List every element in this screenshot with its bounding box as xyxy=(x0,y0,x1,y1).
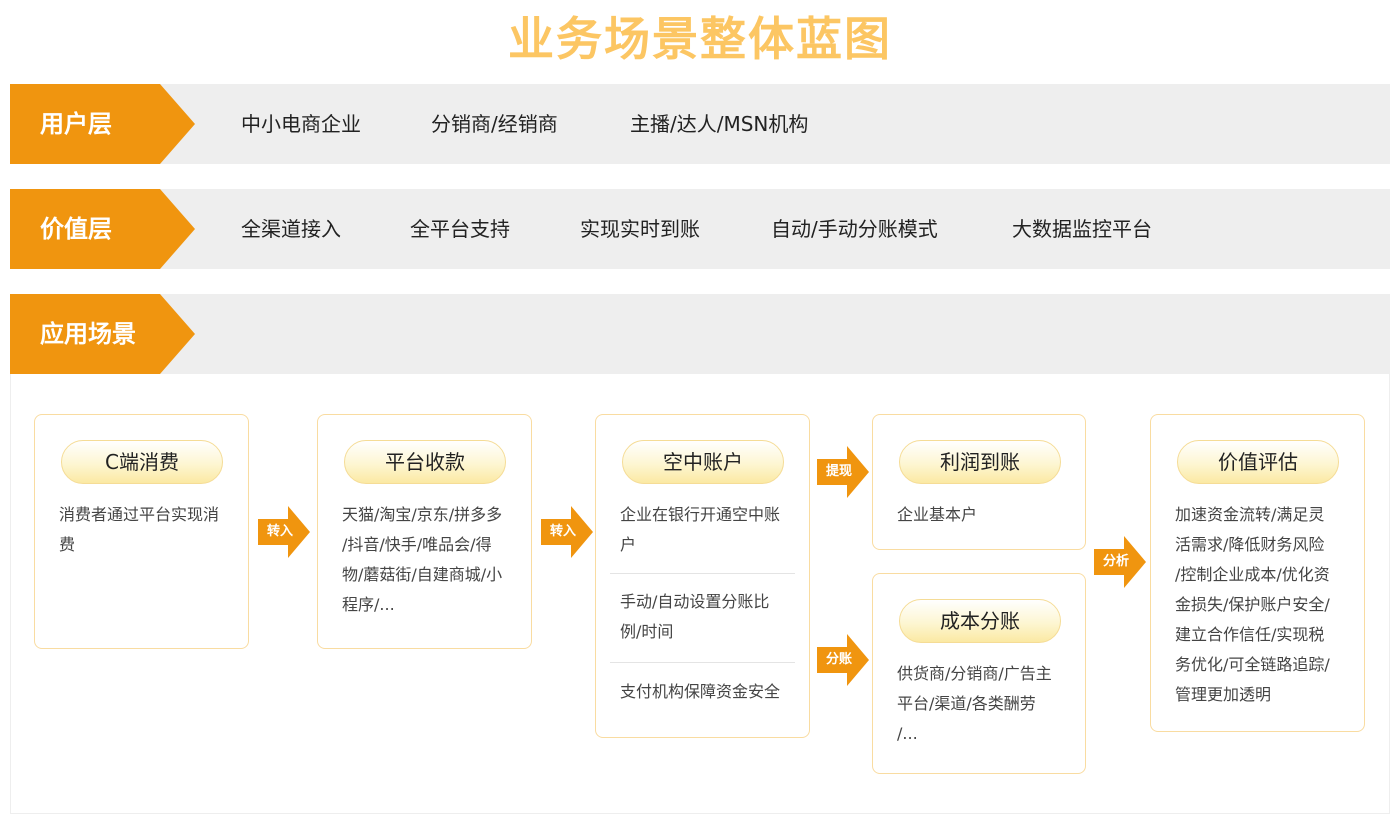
section-divider xyxy=(610,573,795,574)
text-line: 加速资金流转/满足灵 xyxy=(1175,505,1325,524)
card-text: 供货商/分销商/广告主 平台/渠道/各类酬劳 /... xyxy=(897,659,1067,749)
transfer-in-arrow: 转入 xyxy=(541,506,593,558)
withdraw-arrow: 提现 xyxy=(817,446,869,498)
value-layer-item: 大数据监控平台 xyxy=(1012,217,1152,241)
split-arrow: 分账 xyxy=(817,634,869,686)
card-text: 加速资金流转/满足灵 活需求/降低财务风险 /控制企业成本/优化资 金损失/保护… xyxy=(1175,500,1346,710)
card-profit: 利润到账 企业基本户 xyxy=(872,414,1086,550)
value-layer-tag: 价值层 xyxy=(10,189,195,269)
card-section: 支付机构保障资金安全 xyxy=(620,677,791,707)
card-virtual-account: 空中账户 企业在银行开通空中账 户 手动/自动设置分账比 例/时间 支付机构保障… xyxy=(595,414,810,738)
card-title: 空中账户 xyxy=(622,440,784,484)
text-line: /抖音/快手/唯品会/得 xyxy=(342,535,492,554)
value-layer-item: 全渠道接入 xyxy=(241,217,341,241)
arrow-label: 转入 xyxy=(266,524,293,539)
card-text: 天猫/淘宝/京东/拼多多 /抖音/快手/唯品会/得 物/蘑菇街/自建商城/小 程… xyxy=(342,500,513,620)
text-line: 管理更加透明 xyxy=(1175,685,1272,704)
card-text: 企业基本户 xyxy=(897,500,1067,530)
scenario-layer-tag: 应用场景 xyxy=(10,294,195,374)
text-line: 供货商/分销商/广告主 xyxy=(897,664,1052,683)
text-line: 户 xyxy=(620,535,637,554)
value-layer-item: 实现实时到账 xyxy=(580,217,700,241)
user-layer: 用户层 中小电商企业 分销商/经销商 主播/达人/MSN机构 xyxy=(10,84,1390,164)
text-line: 消费者通过平台实现消 xyxy=(59,505,220,524)
text-line: 务优化/可全链路追踪/ xyxy=(1175,655,1330,674)
user-layer-item: 中小电商企业 xyxy=(241,112,361,136)
text-line: 企业基本户 xyxy=(897,505,978,524)
analyze-arrow: 分析 xyxy=(1094,536,1146,588)
card-title: 成本分账 xyxy=(899,599,1061,643)
text-line: 手动/自动设置分账比 xyxy=(620,592,770,611)
card-platform: 平台收款 天猫/淘宝/京东/拼多多 /抖音/快手/唯品会/得 物/蘑菇街/自建商… xyxy=(317,414,532,649)
value-layer: 价值层 全渠道接入 全平台支持 实现实时到账 自动/手动分账模式 大数据监控平台 xyxy=(10,189,1390,269)
card-cost: 成本分账 供货商/分销商/广告主 平台/渠道/各类酬劳 /... xyxy=(872,573,1086,774)
card-title: 利润到账 xyxy=(899,440,1061,484)
arrow-label: 提现 xyxy=(825,464,852,479)
card-text: 消费者通过平台实现消 费 xyxy=(59,500,230,560)
text-line: 平台/渠道/各类酬劳 xyxy=(897,694,1036,713)
text-line: 费 xyxy=(59,535,76,554)
text-line: 例/时间 xyxy=(620,622,674,641)
text-line: 活需求/降低财务风险 xyxy=(1175,535,1325,554)
value-layer-item: 自动/手动分账模式 xyxy=(771,217,938,241)
card-section: 企业在银行开通空中账 户 xyxy=(620,500,791,560)
arrow-label: 转入 xyxy=(549,524,576,539)
card-section: 手动/自动设置分账比 例/时间 xyxy=(620,587,791,647)
text-line: 物/蘑菇街/自建商城/小 xyxy=(342,565,503,584)
section-divider xyxy=(610,662,795,663)
user-layer-item: 分销商/经销商 xyxy=(431,112,558,136)
page-title: 业务场景整体蓝图 xyxy=(508,12,892,66)
card-title: C端消费 xyxy=(61,440,223,484)
user-layer-item: 主播/达人/MSN机构 xyxy=(630,112,809,136)
text-line: 金损失/保护账户安全/ xyxy=(1175,595,1330,614)
card-c-consume: C端消费 消费者通过平台实现消 费 xyxy=(34,414,249,649)
user-layer-tag: 用户层 xyxy=(10,84,195,164)
text-line: 企业在银行开通空中账 xyxy=(620,505,781,524)
arrow-label: 分析 xyxy=(1102,554,1129,569)
text-line: 建立合作信任/实现税 xyxy=(1175,625,1325,644)
user-layer-label: 用户层 xyxy=(40,110,112,138)
text-line: 支付机构保障资金安全 xyxy=(620,682,781,701)
scenario-layer-label: 应用场景 xyxy=(40,320,136,348)
text-line: 程序/... xyxy=(342,595,395,614)
card-value-assessment: 价值评估 加速资金流转/满足灵 活需求/降低财务风险 /控制企业成本/优化资 金… xyxy=(1150,414,1365,732)
value-layer-label: 价值层 xyxy=(40,215,112,243)
text-line: 天猫/淘宝/京东/拼多多 xyxy=(342,505,503,524)
scenario-layer: 应用场景 xyxy=(10,294,1390,374)
card-title: 平台收款 xyxy=(344,440,506,484)
value-layer-item: 全平台支持 xyxy=(410,217,510,241)
text-line: /控制企业成本/优化资 xyxy=(1175,565,1330,584)
text-line: /... xyxy=(897,724,918,743)
transfer-in-arrow: 转入 xyxy=(258,506,310,558)
arrow-label: 分账 xyxy=(825,652,852,667)
card-title: 价值评估 xyxy=(1177,440,1339,484)
